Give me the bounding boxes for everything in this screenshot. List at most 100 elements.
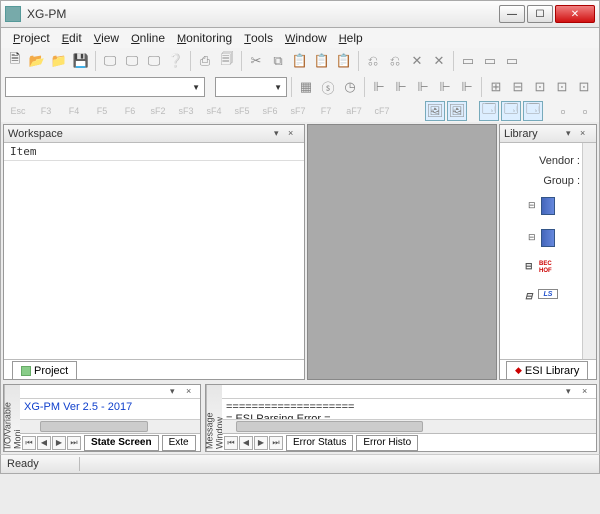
msg-line: ==================== bbox=[226, 401, 592, 413]
mod2-icon: ▭ bbox=[480, 51, 500, 71]
msg-header: ▾ × bbox=[222, 385, 596, 399]
fkey-f3: F3 bbox=[33, 106, 59, 116]
msg-tab-err-status[interactable]: Error Status bbox=[286, 435, 353, 451]
open-alt-icon[interactable]: 📁 bbox=[49, 51, 69, 71]
menu-help[interactable]: Help bbox=[333, 29, 369, 47]
pin-icon[interactable]: ▾ bbox=[566, 386, 578, 398]
nav-prev-icon[interactable]: ◀ bbox=[239, 436, 253, 450]
combo-right[interactable]: ▼ bbox=[215, 77, 287, 97]
view-btn-3[interactable]: 🗔 bbox=[479, 101, 499, 121]
ovm-vtab[interactable]: I/O/Variable Moni bbox=[4, 385, 20, 451]
menu-monitoring[interactable]: Monitoring bbox=[171, 29, 238, 47]
status-separator bbox=[79, 457, 80, 471]
view-btn-1[interactable]: 🖼 bbox=[425, 101, 445, 121]
help-icon[interactable]: ❔ bbox=[166, 51, 186, 71]
chevron-down-icon: ▼ bbox=[274, 83, 282, 92]
fkey-f5: F5 bbox=[89, 106, 115, 116]
ovm-tab-exte[interactable]: Exte bbox=[162, 435, 196, 451]
view-btn-5[interactable]: 🗔 bbox=[523, 101, 543, 121]
library-group-label: Group : bbox=[504, 169, 592, 189]
library-vscroll[interactable] bbox=[582, 143, 596, 359]
mod1-icon: ▭ bbox=[458, 51, 478, 71]
library-node-red[interactable]: BEC HOF bbox=[539, 261, 557, 275]
ovm-panel: I/O/Variable Moni ▾ × XG-PM Ver 2.5 - 20… bbox=[3, 384, 201, 452]
open-icon[interactable]: 📂 bbox=[27, 51, 47, 71]
msg-panel: Message Window ▾ × ==================== … bbox=[205, 384, 597, 452]
tgl4-icon: ⊡ bbox=[552, 77, 572, 97]
net2-icon: ⎌ bbox=[385, 51, 405, 71]
status-text: Ready bbox=[7, 458, 39, 470]
center-empty-area bbox=[307, 124, 497, 380]
nav-next-icon[interactable]: ▶ bbox=[254, 436, 268, 450]
fkey-f6: F6 bbox=[117, 106, 143, 116]
io1-icon: ⊩ bbox=[369, 77, 389, 97]
library-node[interactable] bbox=[541, 229, 555, 247]
grid-icon: ▦ bbox=[296, 77, 316, 97]
close-button[interactable]: ✕ bbox=[555, 5, 595, 23]
nav-next-icon[interactable]: ▶ bbox=[52, 436, 66, 450]
st-icon: ⓢ bbox=[318, 77, 338, 97]
pin-icon[interactable]: ▾ bbox=[566, 128, 578, 140]
preview-icon: 🗐 bbox=[217, 51, 237, 71]
menu-view[interactable]: View bbox=[88, 29, 125, 47]
window-title: XG-PM bbox=[27, 7, 497, 21]
nav-last-icon[interactable]: ⏭ bbox=[67, 436, 81, 450]
workspace-tab-label: Project bbox=[34, 365, 68, 377]
workspace-tab-project[interactable]: Project bbox=[12, 361, 77, 379]
workspace-title: Workspace bbox=[8, 128, 63, 140]
tgl2-icon: ⊟ bbox=[508, 77, 528, 97]
io4-icon: ⊩ bbox=[435, 77, 455, 97]
library-node[interactable] bbox=[541, 197, 555, 215]
close-panel-icon[interactable]: × bbox=[580, 128, 592, 140]
monitor-icon: 🖵 bbox=[100, 51, 120, 71]
separator bbox=[95, 51, 96, 71]
fkey-f4: F4 bbox=[61, 106, 87, 116]
library-tree: BEC HOF LS bbox=[504, 197, 592, 299]
status-bar: Ready bbox=[0, 454, 600, 474]
nav-first-icon[interactable]: ⏮ bbox=[224, 436, 238, 450]
ovm-hscroll[interactable] bbox=[20, 419, 200, 433]
nav-last-icon[interactable]: ⏭ bbox=[269, 436, 283, 450]
close-panel-icon[interactable]: × bbox=[288, 128, 300, 140]
separator bbox=[481, 77, 482, 97]
pin-icon[interactable]: ▾ bbox=[274, 128, 286, 140]
library-node-ls[interactable]: LS bbox=[538, 289, 558, 299]
view-btn-2[interactable]: 🖼 bbox=[447, 101, 467, 121]
tgl1-icon: ⊞ bbox=[486, 77, 506, 97]
net4-icon: ✕ bbox=[429, 51, 449, 71]
library-body: Vendor : Group : BEC HOF LS bbox=[500, 143, 596, 359]
menu-project[interactable]: Project bbox=[7, 29, 56, 47]
close-panel-icon[interactable]: × bbox=[186, 386, 198, 398]
library-tab-esi[interactable]: ◆ ESI Library bbox=[506, 361, 588, 379]
minimize-button[interactable]: ― bbox=[499, 5, 525, 23]
msg-tab-err-histo[interactable]: Error Histo bbox=[356, 435, 418, 451]
save-icon[interactable]: 💾 bbox=[71, 51, 91, 71]
workspace-root-item[interactable]: Item bbox=[4, 143, 304, 161]
menu-edit[interactable]: Edit bbox=[56, 29, 88, 47]
msg-hscroll[interactable] bbox=[222, 419, 596, 433]
view-btn-4[interactable]: 🗔 bbox=[501, 101, 521, 121]
net3-icon: ✕ bbox=[407, 51, 427, 71]
pin-icon[interactable]: ▾ bbox=[170, 386, 182, 398]
ovm-tab-state[interactable]: State Screen bbox=[84, 435, 159, 451]
separator bbox=[453, 51, 454, 71]
nav-prev-icon[interactable]: ◀ bbox=[37, 436, 51, 450]
paste-icon: 📋 bbox=[290, 51, 310, 71]
new-icon[interactable]: 🗎 bbox=[5, 51, 25, 71]
menu-online[interactable]: Online bbox=[125, 29, 171, 47]
paste3-icon: 📋 bbox=[334, 51, 354, 71]
library-vendor-label: Vendor : bbox=[504, 149, 592, 169]
nav-first-icon[interactable]: ⏮ bbox=[22, 436, 36, 450]
menu-window[interactable]: Window bbox=[279, 29, 333, 47]
separator bbox=[358, 51, 359, 71]
maximize-button[interactable]: ☐ bbox=[527, 5, 553, 23]
library-header: Library ▾ × bbox=[500, 125, 596, 143]
combo-left[interactable]: ▼ bbox=[5, 77, 205, 97]
ovm-header: ▾ × bbox=[20, 385, 200, 399]
menu-tools[interactable]: Tools bbox=[238, 29, 279, 47]
msg-vtab[interactable]: Message Window bbox=[206, 385, 222, 451]
msg-tabs: ⏮ ◀ ▶ ⏭ Error Status Error Histo bbox=[222, 433, 596, 451]
close-panel-icon[interactable]: × bbox=[582, 386, 594, 398]
fkey-sf6: sF6 bbox=[257, 106, 283, 116]
paste2-icon: 📋 bbox=[312, 51, 332, 71]
